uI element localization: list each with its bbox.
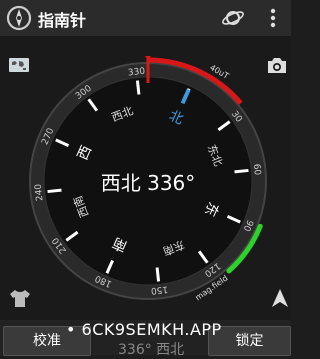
- tick-330: [135, 80, 141, 95]
- tick-240: [47, 188, 62, 194]
- watermark: • 6CK9SEMKH.APP: [66, 320, 222, 339]
- compass-dial: 40uT mag.field 3060901201501802102402703…: [29, 56, 267, 302]
- degree-label: 150: [150, 284, 168, 296]
- app-title: 指南针: [38, 11, 87, 30]
- degree-label: 330: [128, 67, 146, 79]
- degree-label: 60: [251, 163, 262, 176]
- more-options-icon[interactable]: [264, 6, 282, 30]
- degree-label: 240: [34, 183, 46, 201]
- app-bar: 指南针: [0, 0, 291, 36]
- tick-150: [155, 267, 161, 282]
- heading-readout: 西北 336°: [101, 171, 196, 195]
- bottom-heading-readout: 336° 西北: [118, 342, 185, 358]
- planet-icon[interactable]: [221, 6, 245, 30]
- tick-60: [234, 168, 249, 174]
- compass-app-icon: [6, 5, 32, 31]
